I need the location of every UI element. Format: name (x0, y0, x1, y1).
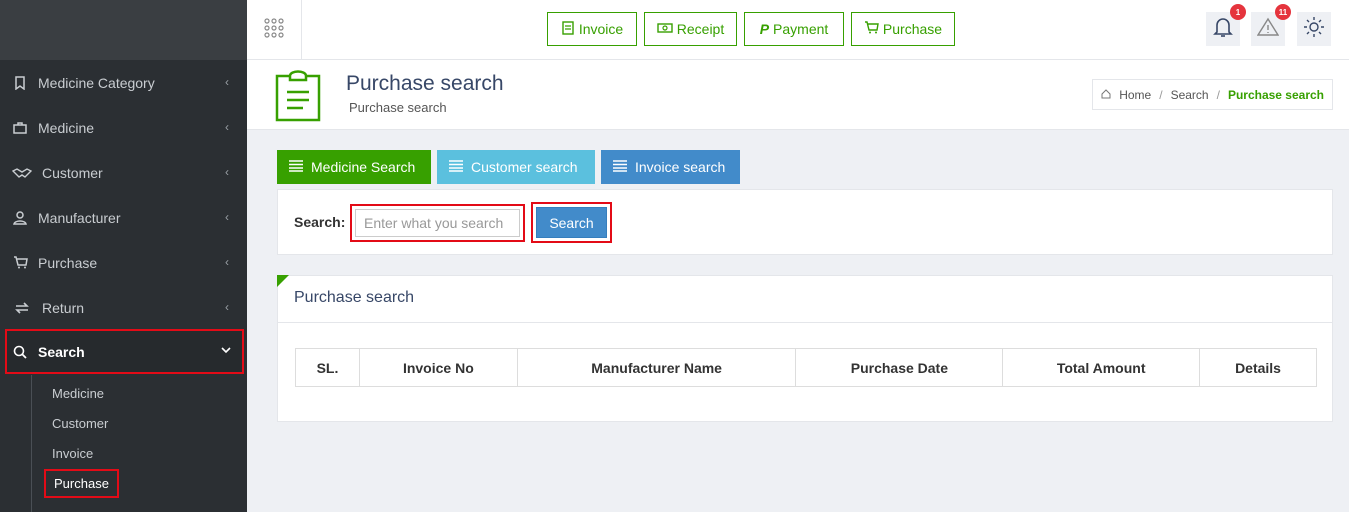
column-header-total-amount[interactable]: Total Amount (1002, 348, 1201, 387)
search-label: Search: (294, 214, 346, 230)
warning-icon (1256, 17, 1280, 42)
quick-payment-label: Payment (773, 21, 829, 37)
handshake-icon (12, 165, 32, 181)
submenu-guide-line (31, 375, 32, 512)
exchange-icon (12, 300, 32, 316)
breadcrumb-separator: / (1216, 87, 1220, 102)
sidebar-logo-area (0, 0, 247, 60)
quick-receipt-button[interactable]: Receipt (644, 12, 737, 46)
briefcase-icon (12, 120, 28, 136)
chevron-left-icon: ‹ (225, 165, 229, 179)
sidebar-item-label: Customer (42, 164, 103, 181)
sidebar-item-customer[interactable]: Customer ‹ (0, 150, 247, 195)
sidebar-item-manufacturer[interactable]: Manufacturer ‹ (0, 195, 247, 240)
chevron-down-icon (221, 343, 231, 357)
column-header-manufacturer-name[interactable]: Manufacturer Name (516, 348, 797, 387)
quick-invoice-button[interactable]: Invoice (547, 12, 637, 46)
chevron-left-icon: ‹ (225, 120, 229, 134)
notification-badge: 1 (1230, 4, 1246, 20)
tab-label: Invoice search (635, 159, 726, 175)
sidebar-item-search[interactable]: Search (5, 329, 244, 374)
cart-icon (864, 21, 879, 37)
sidebar-item-medicine[interactable]: Medicine ‹ (0, 105, 247, 150)
grid-icon (263, 17, 285, 44)
alerts-button[interactable]: 11 (1251, 4, 1291, 46)
sidebar-item-label: Manufacturer (38, 209, 121, 226)
app-grid-button[interactable] (247, 0, 302, 60)
sidebar-item-label: Purchase (38, 254, 98, 271)
quick-receipt-label: Receipt (676, 21, 725, 37)
search-button[interactable]: Search (536, 207, 607, 238)
search-input-wrapper (350, 204, 525, 242)
alerts-badge: 11 (1275, 4, 1291, 20)
column-header-purchase-date[interactable]: Purchase Date (795, 348, 1004, 387)
quick-purchase-label: Purchase (882, 21, 943, 37)
column-header-sl[interactable]: SL. (295, 348, 360, 387)
submenu-item-medicine[interactable]: Medicine (52, 386, 104, 401)
column-header-details[interactable]: Details (1199, 348, 1317, 387)
results-panel-title: Purchase search (294, 289, 415, 306)
panel-divider (278, 322, 1332, 323)
list-icon (289, 159, 303, 175)
search-button-wrapper: Search (531, 202, 612, 243)
bell-icon (1213, 16, 1233, 43)
sidebar-item-medicine-category[interactable]: Medicine Category ‹ (0, 60, 247, 105)
breadcrumb-home[interactable]: Home (1119, 88, 1151, 102)
notifications-button[interactable]: 1 (1206, 4, 1246, 46)
settings-button[interactable] (1297, 12, 1331, 46)
page-subtitle: Purchase search (349, 100, 447, 115)
money-icon (657, 21, 673, 37)
clipboard-icon (275, 68, 321, 127)
sidebar-item-label: Return (42, 299, 85, 316)
invoice-icon (561, 20, 575, 38)
gear-icon (1303, 16, 1325, 43)
sidebar-item-label: Medicine (38, 119, 95, 136)
list-icon (449, 159, 463, 175)
chevron-left-icon: ‹ (225, 300, 229, 314)
sidebar-item-label: Search (38, 343, 85, 360)
breadcrumb: Home / Search / Purchase search (1092, 79, 1333, 110)
sidebar-item-label: Medicine Category (38, 74, 155, 91)
page-title: Purchase search (346, 72, 504, 95)
bookmark-icon (12, 75, 28, 91)
breadcrumb-current: Purchase search (1227, 87, 1324, 102)
invoice-search-tab[interactable]: Invoice search (601, 150, 740, 184)
chevron-left-icon: ‹ (225, 75, 229, 89)
quick-purchase-button[interactable]: Purchase (851, 12, 955, 46)
customer-search-tab[interactable]: Customer search (437, 150, 595, 184)
column-header-invoice-no[interactable]: Invoice No (358, 348, 518, 387)
quick-payment-button[interactable]: P Payment (744, 12, 844, 46)
breadcrumb-search[interactable]: Search (1171, 88, 1209, 102)
cart-icon (12, 255, 28, 271)
search-form-panel: Search: Search (277, 189, 1333, 255)
table-header-row: SL. Invoice No Manufacturer Name Purchas… (295, 348, 1317, 387)
tab-label: Medicine Search (311, 159, 416, 175)
breadcrumb-separator: / (1159, 87, 1163, 102)
submenu-item-invoice[interactable]: Invoice (52, 446, 93, 461)
submenu-item-customer[interactable]: Customer (52, 416, 108, 431)
panel-corner-marker (277, 275, 289, 287)
sidebar-item-return[interactable]: Return ‹ (0, 285, 247, 330)
page-header: Purchase search Purchase search Home / S… (247, 60, 1349, 130)
paypal-icon: P (759, 21, 770, 37)
search-icon (12, 344, 28, 360)
submenu-item-purchase[interactable]: Purchase (44, 469, 119, 498)
user-icon (12, 210, 28, 226)
results-table: SL. Invoice No Manufacturer Name Purchas… (295, 348, 1317, 387)
search-input[interactable] (355, 209, 520, 237)
list-icon (613, 159, 627, 175)
topbar: Invoice Receipt P Payment Purchase 1 11 (247, 0, 1349, 60)
medicine-search-tab[interactable]: Medicine Search (277, 150, 431, 184)
results-panel: Purchase search SL. Invoice No Manufactu… (277, 275, 1333, 422)
sidebar: Medicine Category ‹ Medicine ‹ Customer … (0, 0, 247, 512)
chevron-left-icon: ‹ (225, 210, 229, 224)
tab-label: Customer search (471, 159, 578, 175)
sidebar-item-purchase[interactable]: Purchase ‹ (0, 240, 247, 285)
quick-invoice-label: Invoice (578, 21, 624, 37)
home-icon (1101, 88, 1111, 102)
chevron-left-icon: ‹ (225, 255, 229, 269)
